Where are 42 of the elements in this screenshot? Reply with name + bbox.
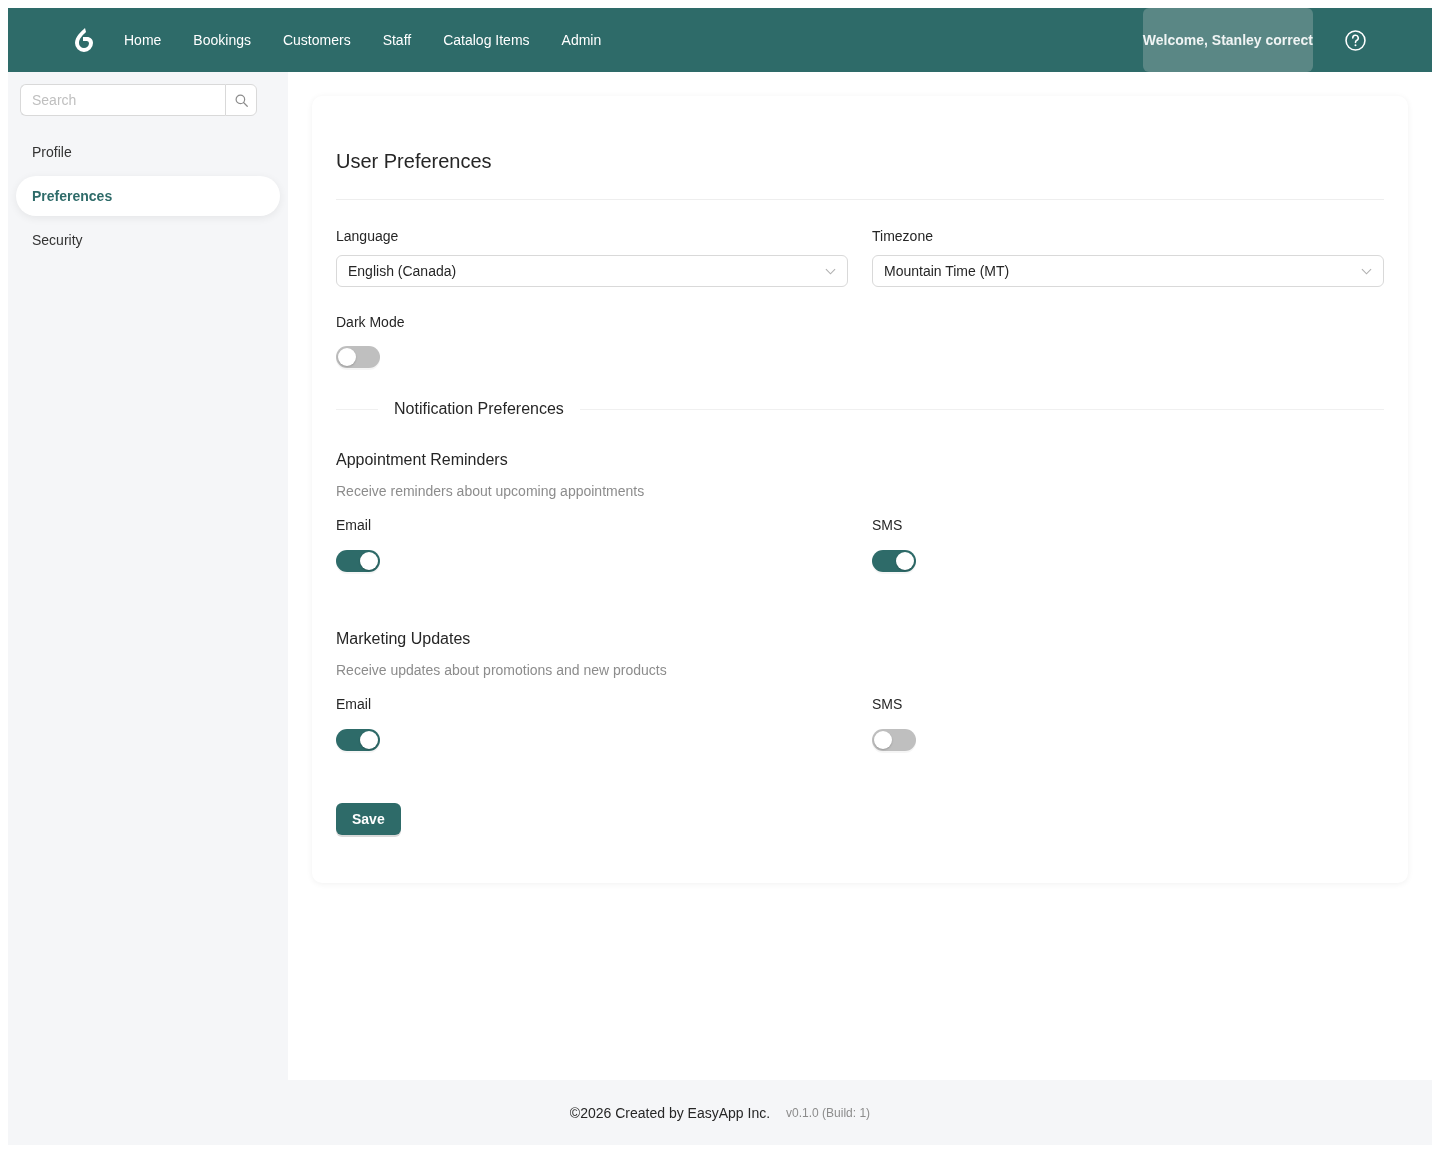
dropdown-select[interactable]: English (Canada) (336, 255, 848, 287)
select-value: English (Canada) (348, 263, 457, 279)
toggle-label: SMS (872, 695, 903, 714)
copyright-text: ©2026 Created by EasyApp Inc. (569, 1104, 771, 1121)
toggle-switch[interactable] (336, 550, 380, 572)
toggle-switch[interactable] (872, 729, 916, 751)
toggle-label: Email (336, 516, 371, 535)
page-title: User Preferences (336, 149, 493, 174)
version-text: v0.1.0 (Build: 1) (786, 1105, 871, 1120)
field-label: Timezone (872, 227, 933, 246)
chevron-down-icon (825, 267, 836, 275)
sidebar-menu-item[interactable]: Profile (16, 132, 280, 172)
group-title: Marketing Updates (336, 629, 472, 649)
help-icon[interactable] (1345, 29, 1366, 51)
section-title: Notification Preferences (393, 399, 565, 419)
sidebar-menu-item[interactable]: Preferences (16, 176, 280, 216)
toggle-switch[interactable] (336, 346, 380, 368)
toggle-switch[interactable] (872, 550, 916, 572)
field-label: Language (336, 227, 399, 246)
group-description: Receive updates about promotions and new products (336, 661, 668, 680)
field-label: Dark Mode (336, 313, 405, 332)
group-description: Receive reminders about upcoming appointments (336, 482, 646, 501)
toggle-label: Email (336, 695, 371, 714)
select-value: Mountain Time (MT) (884, 263, 1010, 279)
nav-link[interactable]: Staff (366, 8, 428, 72)
nav-link[interactable]: Home (108, 8, 178, 72)
nav-link[interactable]: Customers (266, 8, 367, 72)
nav-link[interactable]: Admin (545, 8, 618, 72)
search-icon (234, 93, 248, 107)
nav-link[interactable]: Bookings (177, 8, 267, 72)
sidebar-menu-item[interactable]: Security (16, 220, 280, 260)
search-field[interactable]: Search (20, 84, 225, 116)
save-button[interactable]: Save (336, 803, 401, 835)
dropdown-select[interactable]: Mountain Time (MT) (872, 255, 1384, 287)
toggle-label: SMS (872, 516, 903, 535)
nav-link[interactable]: Catalog Items (427, 8, 546, 72)
toggle-switch[interactable] (336, 729, 380, 751)
user-menu-button[interactable]: Welcome, Stanley correct (1142, 8, 1313, 72)
logo-icon[interactable] (72, 27, 96, 53)
group-title: Appointment Reminders (336, 450, 509, 470)
chevron-down-icon (1361, 267, 1372, 275)
search-button[interactable] (225, 84, 257, 116)
